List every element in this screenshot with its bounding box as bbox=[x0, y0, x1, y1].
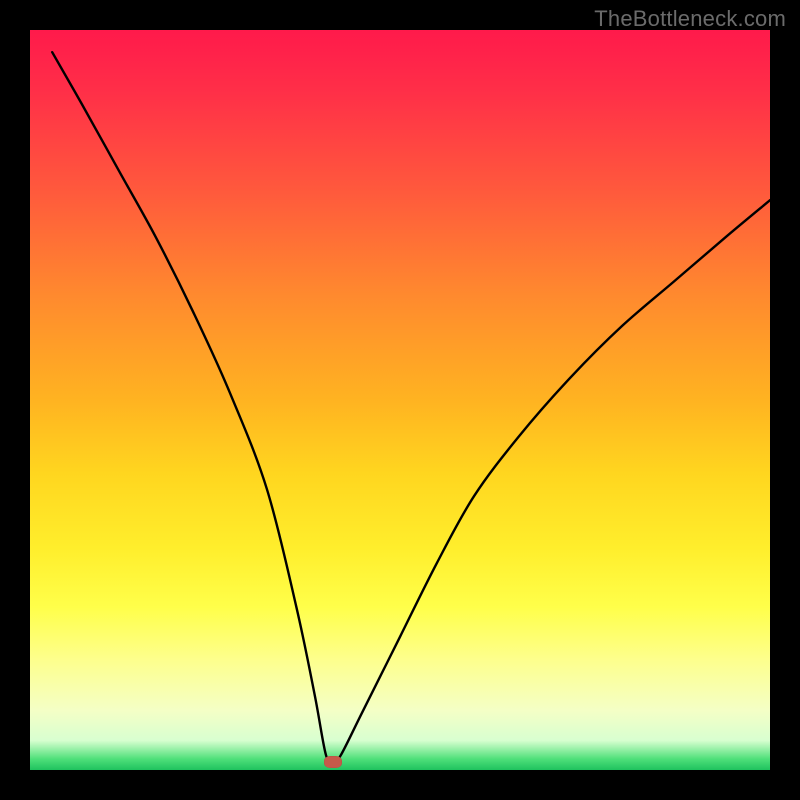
bottleneck-curve bbox=[30, 30, 770, 770]
chart-frame: TheBottleneck.com bbox=[0, 0, 800, 800]
watermark-text: TheBottleneck.com bbox=[594, 6, 786, 32]
plot-area bbox=[30, 30, 770, 770]
minimum-marker bbox=[324, 756, 342, 768]
